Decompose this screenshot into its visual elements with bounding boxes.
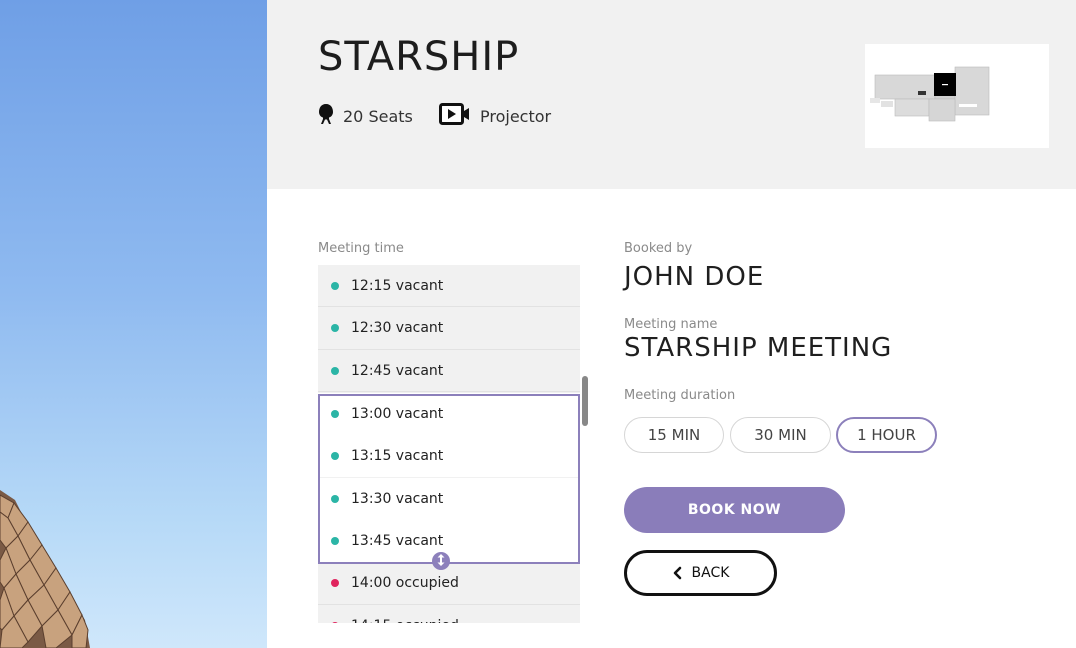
booking-panel: Meeting time 12:15 vacant 12:30 vacant 12:… [267,189,1076,648]
time-slot-label: 14:00 occupied [351,575,459,591]
vacant-status-dot [331,366,339,375]
occupied-status-dot [331,621,339,623]
room-title: STARSHIP [318,34,520,80]
time-slot-label: 12:30 vacant [351,320,444,336]
room-header: STARSHIP 20 Seats Projector [267,0,1076,189]
meeting-name-value[interactable]: STARSHIP MEETING [624,333,892,363]
occupied-status-dot [331,579,339,587]
time-slot-label: 13:30 vacant [351,490,444,507]
back-label: BACK [691,565,730,581]
time-slot-label: 14:15 occupied [351,618,459,624]
time-slot-label: 12:45 vacant [351,362,444,379]
vacant-status-dot [331,537,339,545]
vacant-status-dot [331,281,339,290]
time-slot-row[interactable]: 12:30 vacant [318,308,580,350]
time-slot-label: 13:45 vacant [351,533,444,549]
time-slot-row[interactable]: 13:00 vacant [318,392,580,435]
chevron-left-icon [672,566,682,580]
duration-1-hour-button[interactable]: 1 HOUR [836,417,937,453]
time-slot-label: 13:00 vacant [351,405,444,422]
duration-15-min-button[interactable]: 15 MIN [624,417,724,453]
projector-feature: Projector [439,103,551,129]
time-slot-row[interactable]: 13:30 vacant [318,477,580,520]
time-slot-scrollbar[interactable] [582,376,588,426]
projector-label: Projector [480,106,552,126]
vacant-status-dot [331,494,339,503]
back-button[interactable]: BACK [624,550,777,596]
vacant-status-dot [331,452,339,460]
meeting-time-label: Meeting time [318,241,404,256]
booked-by-label: Booked by [624,241,693,256]
meeting-name-label: Meeting name [624,317,718,332]
time-slot-list[interactable]: 12:15 vacant 12:30 vacant 12:45 vacant 13:0… [318,265,580,623]
booked-by-value: JOHN DOE [624,262,765,292]
seats-label: 20 Seats [343,106,413,126]
time-slot-label: 12:15 vacant [351,277,444,294]
vacant-status-dot [331,324,339,332]
duration-30-min-button[interactable]: 30 MIN [730,417,831,453]
time-slot-row[interactable]: 13:15 vacant [318,435,580,477]
time-slot-row[interactable]: 14:00 occupied [318,563,580,605]
time-slot-label: 13:15 vacant [351,448,444,464]
resize-vertical-icon [435,552,447,571]
projector-icon [439,103,472,129]
seats-feature: 20 Seats [317,103,413,129]
background-photo [0,0,267,648]
floor-plan-thumbnail[interactable] [865,44,1049,148]
meeting-duration-label: Meeting duration [624,388,736,403]
time-slot-row[interactable]: 12:45 vacant [318,350,580,392]
vacant-status-dot [331,409,339,418]
book-now-button[interactable]: BOOK NOW [624,487,845,533]
selection-resize-handle[interactable] [432,552,450,570]
time-slot-row[interactable]: 12:15 vacant [318,265,580,307]
seat-icon [317,103,335,129]
time-slot-row[interactable]: 14:15 occupied [318,605,580,623]
time-slot-row[interactable]: 13:45 vacant [318,520,580,562]
